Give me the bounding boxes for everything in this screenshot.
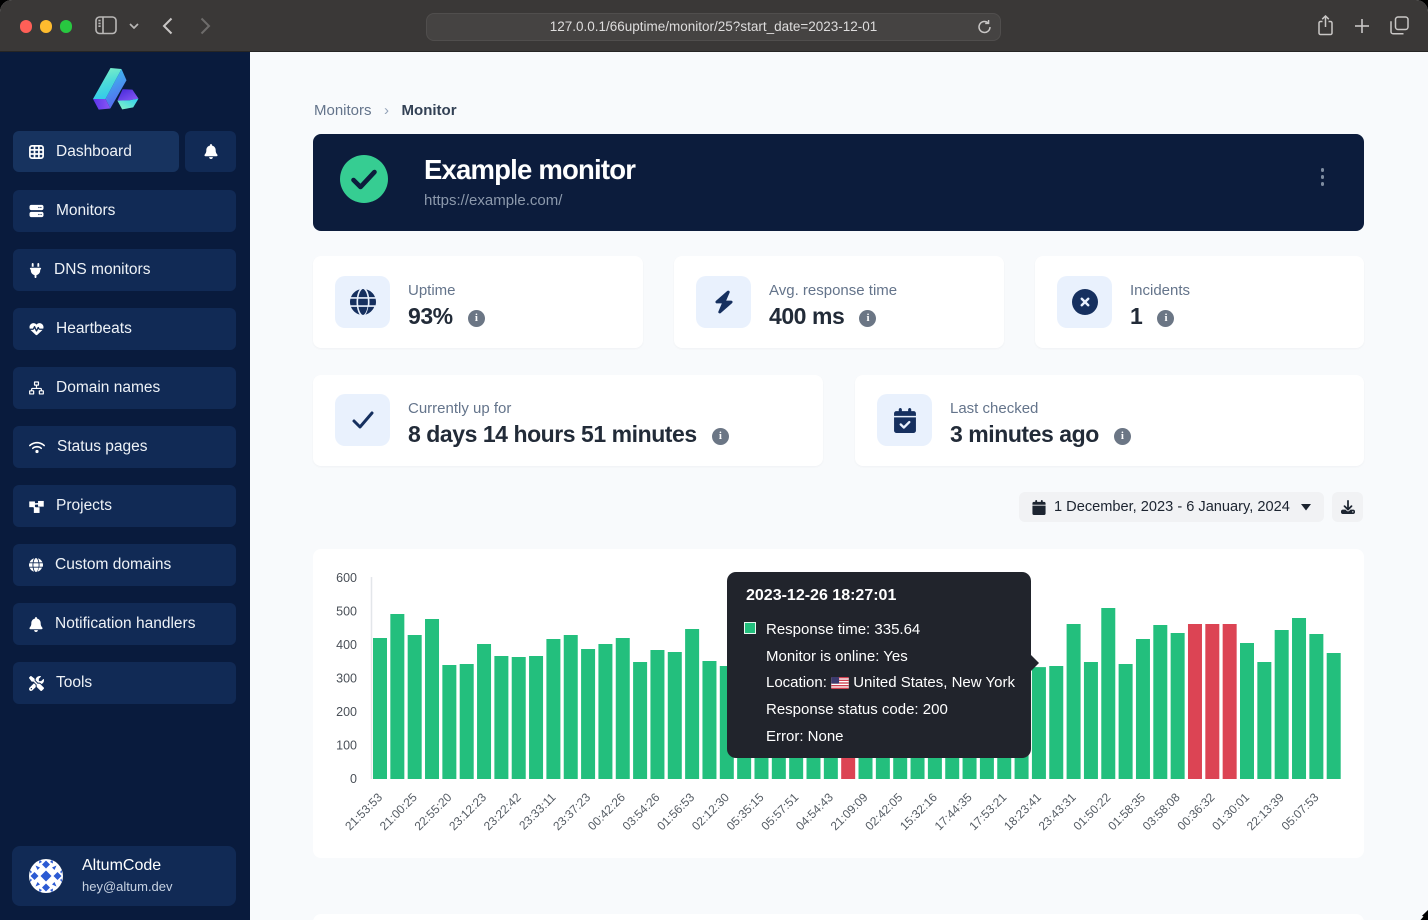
svg-text:100: 100 — [336, 739, 357, 753]
svg-text:03:54:26: 03:54:26 — [620, 790, 663, 833]
svg-text:23:22:42: 23:22:42 — [481, 790, 524, 833]
svg-text:02:42:05: 02:42:05 — [862, 790, 905, 833]
svg-text:23:12:23: 23:12:23 — [446, 790, 489, 833]
svg-text:22:13:39: 22:13:39 — [1244, 790, 1287, 833]
svg-text:15:32:16: 15:32:16 — [897, 790, 940, 833]
svg-text:500: 500 — [336, 605, 357, 619]
svg-text:21:00:25: 21:00:25 — [377, 790, 420, 833]
svg-text:03:58:08: 03:58:08 — [1140, 790, 1183, 833]
svg-text:0: 0 — [350, 772, 357, 786]
svg-text:05:35:15: 05:35:15 — [724, 790, 767, 833]
svg-text:01:30:01: 01:30:01 — [1209, 790, 1252, 833]
svg-text:02:12:30: 02:12:30 — [689, 790, 732, 833]
svg-text:400: 400 — [336, 638, 357, 652]
svg-text:300: 300 — [336, 672, 357, 686]
svg-text:200: 200 — [336, 705, 357, 719]
svg-text:01:50:22: 01:50:22 — [1070, 790, 1113, 833]
svg-text:00:36:32: 00:36:32 — [1174, 790, 1217, 833]
svg-text:05:07:53: 05:07:53 — [1279, 790, 1322, 833]
svg-text:18:23:41: 18:23:41 — [1001, 790, 1044, 833]
svg-text:600: 600 — [336, 571, 357, 585]
svg-text:04:54:43: 04:54:43 — [793, 790, 836, 833]
svg-text:17:53:21: 17:53:21 — [966, 790, 1009, 833]
svg-text:23:37:23: 23:37:23 — [550, 790, 593, 833]
svg-text:21:53:53: 21:53:53 — [342, 790, 385, 833]
svg-text:23:43:31: 23:43:31 — [1036, 790, 1079, 833]
svg-text:21:09:09: 21:09:09 — [828, 790, 871, 833]
svg-text:01:56:53: 01:56:53 — [654, 790, 697, 833]
